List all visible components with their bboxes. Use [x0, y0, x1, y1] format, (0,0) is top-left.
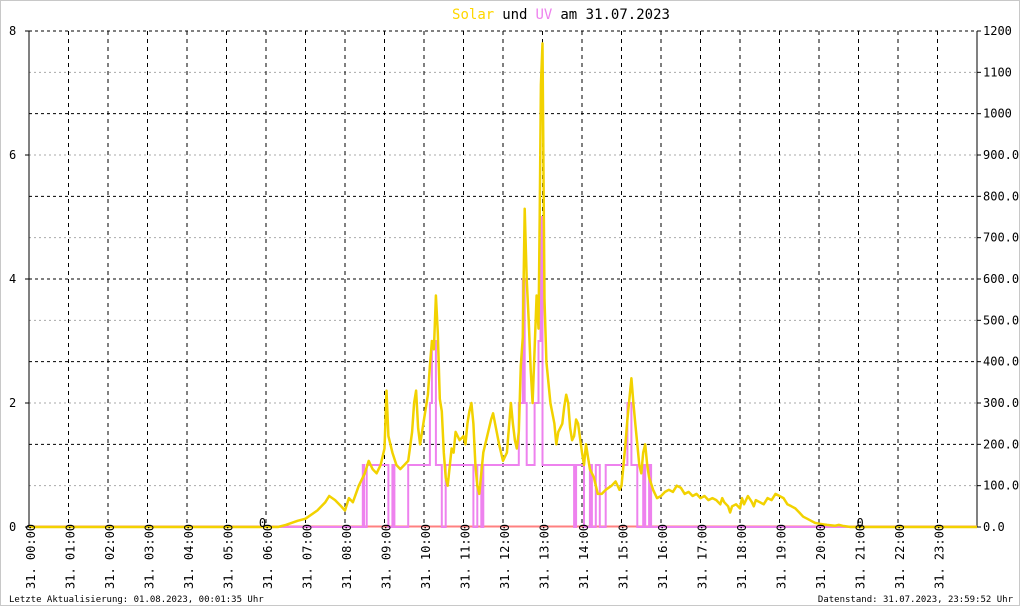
y-right-tick-label: 700.0	[983, 231, 1019, 245]
x-tick-label: 31. 17:00	[696, 524, 710, 589]
x-tick-label: 31. 09:00	[380, 524, 394, 589]
x-tick-label: 31. 08:00	[340, 524, 354, 589]
y-right-tick-label: 600.0	[983, 272, 1019, 286]
title-solar: Solar	[452, 7, 494, 23]
x-tick-label: 31. 13:00	[538, 524, 552, 589]
chart-frame: 0.0 100.0 200.0 300.0 400.0 500.0 600.0 700.0 80…	[0, 0, 1020, 606]
y-left-tick-label: 4	[9, 272, 16, 286]
y-left-tick-label: 0	[9, 520, 16, 534]
x-tick-label: 31. 18:00	[735, 524, 749, 589]
marker-right: 0	[857, 516, 864, 530]
footer-last-update: Letzte Aktualisierung: 01.08.2023, 00:01…	[9, 595, 264, 605]
x-tick-label: 31. 05:00	[222, 524, 236, 589]
x-tick-label: 31. 15:00	[617, 524, 631, 589]
x-tick-label: 31. 07:00	[301, 524, 315, 589]
x-tick-label: 31. 00:00	[24, 524, 38, 589]
title-uv: UV	[536, 7, 553, 23]
chart-title: Solar und UV am 31.07.2023	[452, 7, 670, 23]
y-right-tick-label: 300.0	[983, 396, 1019, 410]
x-tick-label: 31. 20:00	[814, 524, 828, 589]
x-tick-label: 31. 06:00	[261, 524, 275, 589]
y-right-tick-label: 1100	[983, 65, 1012, 79]
y-right-tick-label: 500.0	[983, 313, 1019, 327]
series-line-solar	[29, 42, 977, 529]
x-tick-label: 31. 12:00	[498, 524, 512, 589]
x-tick-label: 31. 23:00	[933, 524, 947, 589]
y-right-tick-label: 900.0	[983, 148, 1019, 162]
x-tick-label: 31. 10:00	[419, 524, 433, 589]
title-date: am 31.07.2023	[560, 7, 670, 23]
title-und: und	[502, 7, 527, 23]
footer-data-state: Datenstand: 31.07.2023, 23:59:52 Uhr	[818, 595, 1014, 605]
y-right-tick-label: 0.0	[983, 520, 1005, 534]
x-tick-label: 31. 04:00	[182, 524, 196, 589]
y-right-tick-label: 400.0	[983, 355, 1019, 369]
x-tick-label: 31. 03:00	[143, 524, 157, 589]
series-group	[29, 42, 977, 529]
x-tick-label: 31. 11:00	[459, 524, 473, 589]
y-right-tick-label: 100.0	[983, 479, 1019, 493]
x-tick-label: 31. 01:00	[64, 524, 78, 589]
solar-uv-chart: 0.0100.0200.0300.0400.0500.0600.0700.080…	[9, 7, 1019, 605]
y-left-tick-label: 6	[9, 148, 16, 162]
y-left-tick-label: 8	[9, 24, 16, 38]
x-tick-label: 31. 16:00	[656, 524, 670, 589]
y-right-tick-label: 800.0	[983, 189, 1019, 203]
y-right-tick-label: 1000	[983, 107, 1012, 121]
x-tick-label: 31. 14:00	[577, 524, 591, 589]
x-tick-label: 31. 19:00	[775, 524, 789, 589]
tick-labels: 0.0100.0200.0300.0400.0500.0600.0700.080…	[9, 24, 1019, 589]
x-tick-label: 31. 02:00	[103, 524, 117, 589]
y-right-tick-label: 1200	[983, 24, 1012, 38]
y-left-tick-label: 2	[9, 396, 16, 410]
x-tick-label: 31. 21:00	[854, 524, 868, 589]
x-tick-label: 31. 22:00	[893, 524, 907, 589]
y-right-tick-label: 200.0	[983, 437, 1019, 451]
marker-left: 0	[259, 516, 266, 530]
grid	[29, 30, 978, 527]
